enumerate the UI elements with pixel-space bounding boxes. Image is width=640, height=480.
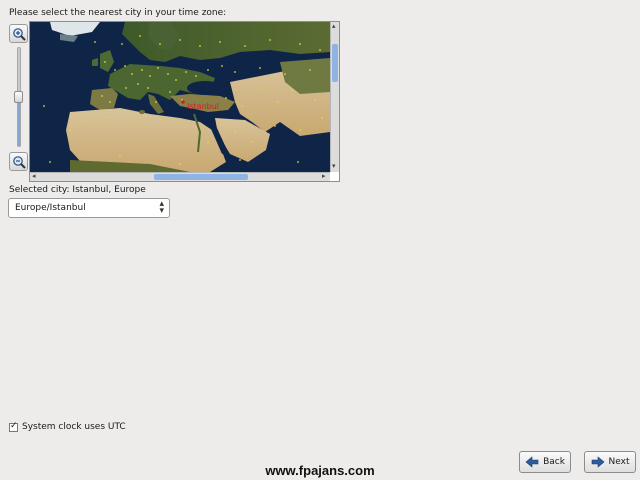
- map-horizontal-scrollbar[interactable]: ◂ ▸: [30, 172, 330, 181]
- utc-option[interactable]: System clock uses UTC: [9, 421, 126, 432]
- scroll-down-icon[interactable]: ▾: [332, 163, 336, 170]
- next-arrow-icon: [591, 456, 604, 468]
- world-map[interactable]: Istanbul: [30, 22, 330, 172]
- zoom-in-button[interactable]: [9, 24, 28, 43]
- scroll-left-icon[interactable]: ◂: [32, 173, 36, 180]
- timezone-select-value: Europe/Istanbul: [15, 203, 86, 213]
- utc-checkbox-label: System clock uses UTC: [22, 422, 126, 432]
- world-map-image: [30, 22, 330, 172]
- timezone-map-frame: Istanbul ▴ ▾ ◂ ▸: [29, 21, 340, 182]
- map-horizontal-scroll-thumb[interactable]: [154, 174, 248, 180]
- selected-city-label: Selected city: Istanbul, Europe: [9, 185, 146, 195]
- next-button-label: Next: [608, 457, 630, 467]
- dropdown-arrows-icon: ▴ ▾: [159, 199, 164, 216]
- scroll-up-icon[interactable]: ▴: [332, 23, 336, 30]
- selected-marker-label: Istanbul: [187, 102, 220, 111]
- selected-city-marker[interactable]: [181, 100, 185, 104]
- zoom-in-icon: [13, 28, 26, 41]
- timezone-prompt: Please select the nearest city in your t…: [9, 8, 227, 18]
- utc-checkbox[interactable]: [9, 421, 18, 432]
- zoom-out-icon: [13, 156, 26, 169]
- scroll-right-icon[interactable]: ▸: [322, 173, 326, 180]
- map-vertical-scrollbar[interactable]: ▴ ▾: [330, 22, 339, 172]
- timezone-select[interactable]: Europe/Istanbul ▴ ▾: [8, 198, 170, 218]
- map-vertical-scroll-thumb[interactable]: [332, 44, 338, 82]
- back-button[interactable]: Back: [519, 451, 571, 473]
- next-button[interactable]: Next: [584, 451, 636, 473]
- back-button-label: Back: [543, 457, 565, 467]
- zoom-slider-handle[interactable]: [14, 91, 23, 103]
- zoom-out-button[interactable]: [9, 152, 28, 171]
- back-arrow-icon: [525, 456, 539, 468]
